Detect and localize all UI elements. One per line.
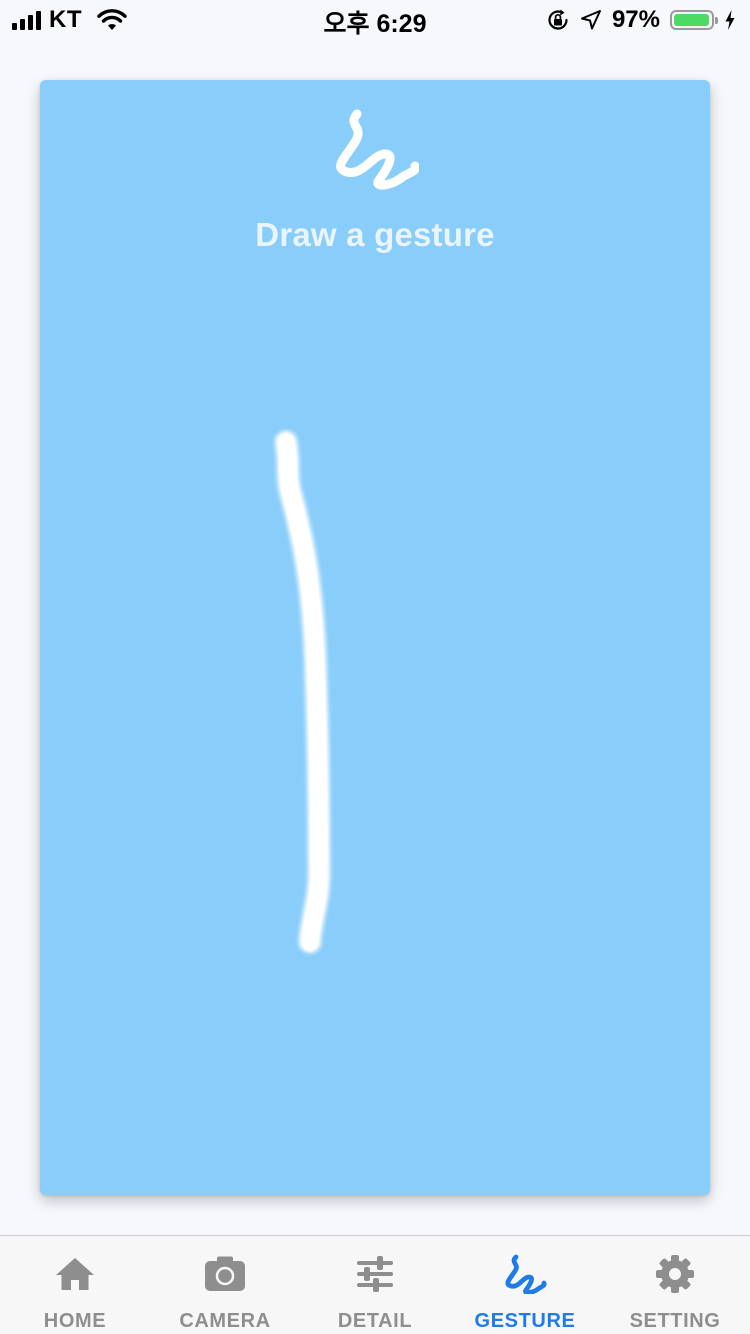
location-arrow-icon [580,10,601,30]
tab-setting[interactable]: SETTING [600,1236,750,1334]
tab-bar: HOME CAMERA DETAIL GESTURE SETTING [0,1235,750,1334]
battery-percent: 97% [611,6,660,33]
tab-label: SETTING [629,1310,721,1332]
gesture-card: Draw a gesture [40,80,710,1195]
status-bar: KT 오후 6:29 97% [0,0,750,40]
status-right: 97% [546,6,736,34]
battery-level [674,14,709,26]
tab-camera[interactable]: CAMERA [150,1236,300,1334]
tab-label: DETAIL [337,1310,413,1332]
gear-icon [656,1255,694,1293]
tab-home[interactable]: HOME [0,1236,150,1334]
tab-label: GESTURE [474,1310,576,1332]
camera-icon [205,1256,245,1291]
tab-label: CAMERA [179,1310,271,1332]
tab-label: HOME [43,1310,107,1332]
charging-bolt-icon [725,10,735,30]
sliders-icon [357,1256,393,1292]
tab-detail[interactable]: DETAIL [300,1236,450,1334]
home-icon [56,1258,94,1290]
gesture-squiggle-icon [336,109,419,190]
card-title: Draw a gesture [255,216,495,253]
tab-gesture[interactable]: GESTURE [450,1236,600,1334]
gesture-screen: KT 오후 6:29 97% Draw a gesture HOME CAMER… [0,0,750,1334]
orientation-lock-icon [548,9,568,30]
gesture-squiggle-icon [505,1254,547,1294]
battery-icon [670,10,718,30]
